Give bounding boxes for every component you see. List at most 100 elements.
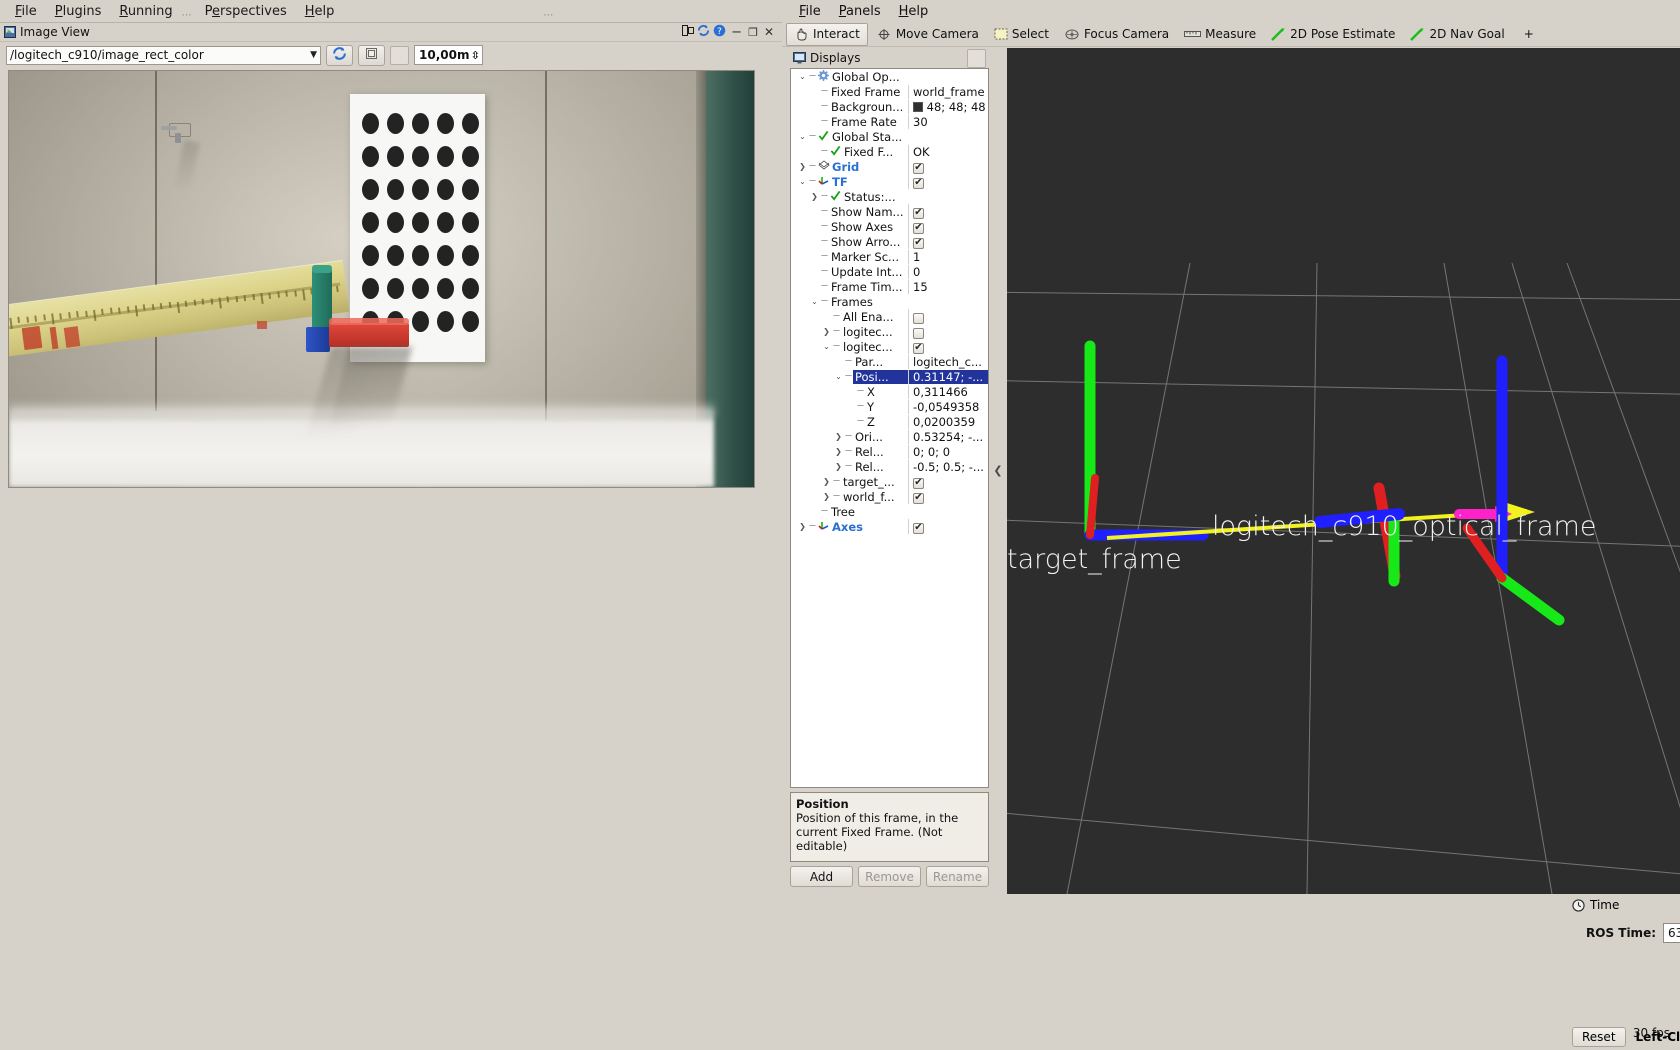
chevron-right-icon[interactable]: ❯	[809, 192, 820, 201]
tree-row[interactable]: ❯ ─ Axes ✔	[791, 519, 988, 534]
tree-row[interactable]: ─ Show Arro... ✔	[791, 234, 988, 249]
tree-row[interactable]: ─ Show Nam... ✔	[791, 204, 988, 219]
tree-row[interactable]: ─ Tree	[791, 504, 988, 519]
tree-row[interactable]: ❯ ─ world_f... ✔	[791, 489, 988, 504]
stepper-icon[interactable]: ⇳	[471, 49, 480, 62]
tree-row-value[interactable]: 0; 0; 0	[908, 444, 988, 459]
tree-row-checkbox[interactable]: ✔	[913, 492, 924, 504]
tree-row-value[interactable]: ✔	[908, 174, 988, 189]
chevron-down-icon[interactable]: ⌄	[797, 72, 808, 81]
refresh-icon[interactable]	[697, 24, 710, 40]
chevron-down-icon[interactable]: ⌄	[809, 297, 820, 306]
tree-row-value[interactable]: ✔	[908, 489, 988, 504]
tree-row-value[interactable]: 15	[908, 279, 988, 294]
minimize-icon[interactable]: −	[729, 25, 744, 40]
rviz-menu-file[interactable]: File	[790, 2, 830, 21]
tool-select[interactable]: Select	[987, 23, 1056, 46]
reset-button[interactable]: Reset	[1572, 1027, 1626, 1047]
panel-splitter-handle[interactable]: ❮	[991, 450, 1005, 490]
rviz-3d-viewport[interactable]: target_frame logitech_c910_optical_frame	[1007, 48, 1680, 894]
tree-row-value[interactable]: 0,311466	[908, 384, 988, 399]
topic-combobox[interactable]: /logitech_c910/image_rect_color ▼	[6, 45, 321, 65]
tree-row[interactable]: ─ X 0,311466	[791, 384, 988, 399]
tree-row-value[interactable]: ✔	[908, 324, 988, 339]
tree-row-checkbox[interactable]: ✔	[913, 237, 924, 249]
close-icon[interactable]: ✕	[762, 25, 776, 39]
remove-button[interactable]: Remove	[858, 866, 921, 887]
menu-help[interactable]: Help	[296, 2, 344, 21]
tree-row[interactable]: ❯ ─ Status:...	[791, 189, 988, 204]
tree-row-value[interactable]: 48; 48; 48	[908, 99, 988, 114]
tree-row-value[interactable]: ✔	[908, 234, 988, 249]
add-button[interactable]: Add	[790, 866, 853, 887]
menu-plugins[interactable]: Plugins	[46, 2, 111, 21]
tree-row[interactable]: ❯─logitec... ✔	[791, 324, 988, 339]
tree-row-checkbox[interactable]: ✔	[913, 162, 924, 174]
chevron-right-icon[interactable]: ❯	[821, 477, 832, 486]
tool-measure[interactable]: Measure	[1177, 23, 1263, 46]
tree-row-value[interactable]: logitech_c...	[908, 354, 988, 369]
tree-row-value[interactable]: 30	[908, 114, 988, 129]
save-image-button[interactable]	[358, 44, 385, 66]
tree-row-value[interactable]: world_frame	[908, 84, 988, 99]
help-icon[interactable]: ?	[713, 24, 726, 40]
tree-row-checkbox[interactable]: ✔	[913, 207, 924, 219]
tool-move-camera[interactable]: Move Camera	[869, 23, 986, 46]
tree-row-value[interactable]: 0.31147; -...	[908, 369, 988, 384]
tree-row[interactable]: ⌄ ─ Frames	[791, 294, 988, 309]
rviz-menu-help[interactable]: Help	[890, 2, 938, 21]
tree-row-value[interactable]: ✔	[908, 474, 988, 489]
rviz-menu-panels[interactable]: Panels	[830, 2, 890, 21]
menu-file[interactable]: File	[6, 2, 46, 21]
chevron-right-icon[interactable]: ❯	[821, 327, 832, 336]
tool-2d-nav-goal[interactable]: 2D Nav Goal	[1403, 23, 1511, 46]
tree-row[interactable]: ─ Backgroun... 48; 48; 48	[791, 99, 988, 114]
tree-row[interactable]: ─ Par... logitech_c...	[791, 354, 988, 369]
tree-row-checkbox[interactable]: ✔	[913, 342, 924, 354]
tree-row-checkbox[interactable]: ✔	[913, 177, 924, 189]
tree-row[interactable]: ─ Frame Rate 30	[791, 114, 988, 129]
float-icon[interactable]	[682, 25, 695, 39]
tree-row-value[interactable]: ✔	[908, 519, 988, 534]
tree-row[interactable]: ─ Frame Tim... 15	[791, 279, 988, 294]
chevron-right-icon[interactable]: ❯	[833, 447, 844, 456]
ros-time-field[interactable]: 638.28	[1663, 923, 1680, 943]
tree-row[interactable]: ❯ ─ Grid ✔	[791, 159, 988, 174]
tree-row-value[interactable]: ✔	[908, 309, 988, 324]
tree-row-value[interactable]: ✔	[908, 339, 988, 354]
tree-row[interactable]: ─ Z 0,0200359	[791, 414, 988, 429]
restore-icon[interactable]: ❐	[747, 26, 759, 39]
tree-row-checkbox[interactable]: ✔	[913, 477, 924, 489]
menu-drag-handle[interactable]: ⋯	[182, 10, 196, 22]
tree-row[interactable]: ─ Update Int... 0	[791, 264, 988, 279]
tree-row-value[interactable]: ✔	[908, 159, 988, 174]
menu-perspectives[interactable]: Perspectives	[196, 2, 296, 21]
refresh-topics-button[interactable]	[326, 44, 353, 66]
chevron-right-icon[interactable]: ❯	[797, 162, 808, 171]
menu-running[interactable]: Running	[110, 2, 181, 21]
displays-tree[interactable]: ⌄ ─ Global Op... ─ Fixed Frame world_frame ─ Ba…	[790, 68, 989, 788]
tree-row-value[interactable]: 0.53254; -...	[908, 429, 988, 444]
zoom-spinbox[interactable]: 10,00m ⇳	[414, 45, 483, 65]
tree-row-value[interactable]: OK	[908, 144, 988, 159]
tree-row-value[interactable]: -0,0549358	[908, 399, 988, 414]
tree-row[interactable]: ─ Marker Sc... 1	[791, 249, 988, 264]
chevron-right-icon[interactable]: ❯	[821, 492, 832, 501]
tree-row-value[interactable]: -0.5; 0.5; -...	[908, 459, 988, 474]
chevron-down-icon[interactable]: ⌄	[821, 342, 832, 351]
chevron-down-icon[interactable]: ⌄	[797, 132, 808, 141]
rename-button[interactable]: Rename	[926, 866, 989, 887]
tree-row[interactable]: ─ Fixed Frame world_frame	[791, 84, 988, 99]
chevron-right-icon[interactable]: ❯	[833, 432, 844, 441]
tool-2d-pose-estimate[interactable]: 2D Pose Estimate	[1264, 23, 1402, 46]
tree-row[interactable]: ⌄ ─ Global Op...	[791, 69, 988, 84]
tree-row-value[interactable]: ✔	[908, 219, 988, 234]
tree-row[interactable]: ❯ ─ Rel... 0; 0; 0	[791, 444, 988, 459]
chevron-right-icon[interactable]: ❯	[797, 522, 808, 531]
tree-row[interactable]: ❯ ─ Ori... 0.53254; -...	[791, 429, 988, 444]
tree-row-checkbox[interactable]: ✔	[913, 222, 924, 234]
chevron-down-icon[interactable]: ⌄	[833, 372, 844, 381]
tree-row[interactable]: ─ Fixed F... OK	[791, 144, 988, 159]
image-view-checkbox[interactable]	[390, 45, 409, 65]
camera-image-view[interactable]	[8, 70, 755, 488]
